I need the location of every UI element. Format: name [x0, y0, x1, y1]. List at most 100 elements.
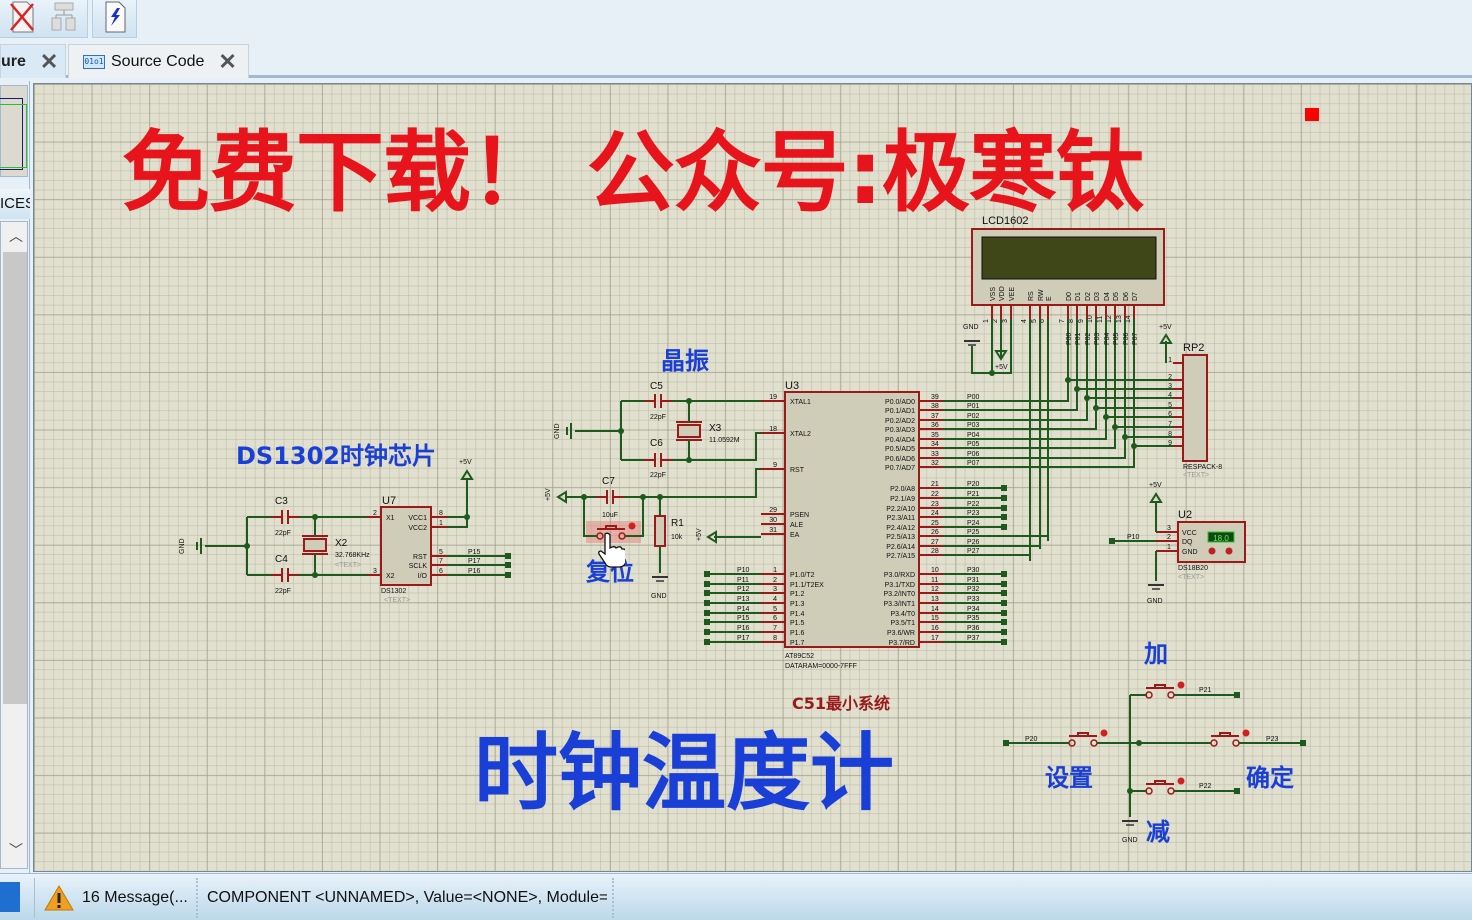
net-label: P06 — [967, 451, 980, 458]
net-label: P04 — [967, 432, 980, 439]
net-label: P01 — [1075, 332, 1082, 345]
overview-preview[interactable] — [0, 85, 28, 177]
mcu-pin-name: P0.5/AD5 — [885, 446, 915, 453]
mcu-pin-number: 1 — [773, 567, 777, 574]
wire-terminal — [704, 619, 710, 625]
mcu-pin-name: P0.6/AD6 — [885, 456, 915, 463]
messages-button[interactable]: 16 Message(... — [44, 884, 188, 912]
tab-label: Source Code — [111, 52, 205, 70]
banner-title: 免费下载！ 公众号:极寒钛 — [122, 121, 1144, 224]
mcu-pin-number: 23 — [931, 501, 939, 508]
devices-header-label: ICES — [0, 195, 30, 212]
lcd-pin-number: 5 — [1031, 319, 1038, 323]
project-title: 时钟温度计 — [474, 724, 895, 822]
mcu-pin-number: 28 — [931, 548, 939, 555]
wire-terminal — [704, 639, 710, 645]
rp2-pin-number: 5 — [1168, 402, 1172, 409]
rp2-pin-number: 3 — [1168, 383, 1172, 390]
tab-schematic[interactable]: ure ✕ — [0, 44, 66, 78]
x2-value: 32.768KHz — [335, 552, 370, 559]
lcd-pin-number: 11 — [1097, 316, 1104, 323]
scroll-up-icon[interactable]: ︿ — [5, 226, 27, 246]
lcd-screen — [981, 236, 1157, 280]
mcu-pin-name: P0.2/AD2 — [885, 418, 915, 425]
net-label: P06 — [1123, 332, 1130, 345]
net-label: P05 — [967, 441, 980, 448]
wire-terminal — [1001, 629, 1007, 635]
wire-terminal — [1109, 538, 1115, 544]
wire — [920, 427, 1116, 449]
power-label: +5V — [696, 528, 703, 541]
button-actuator — [1069, 732, 1097, 737]
mcu-pin-number: 26 — [931, 529, 939, 536]
button-contact — [1167, 691, 1175, 699]
text-placeholder: <TEXT> — [384, 597, 410, 604]
mcu-pin-number: 6 — [773, 615, 777, 622]
ground-label: GND — [651, 593, 667, 600]
lcd-pin-number: 14 — [1125, 315, 1132, 323]
r1-value: 10k — [671, 534, 683, 541]
rp2-pin-number: 8 — [1168, 431, 1172, 438]
divider — [34, 878, 35, 918]
mcu-pin-number: 8 — [773, 635, 777, 642]
device-list[interactable]: ︿ ﹀ — [0, 221, 28, 869]
mcu-pin-number: 4 — [773, 596, 777, 603]
net-label: P31 — [967, 577, 980, 584]
c7-value: 10uF — [602, 512, 618, 519]
tab-source-code[interactable]: 01o1 Source Code ✕ — [68, 44, 249, 78]
net-label: P16 — [468, 568, 481, 575]
junction-dot — [686, 457, 692, 463]
ground-label: GND — [1147, 598, 1163, 605]
netlist-tool-icon — [105, 1, 126, 33]
button-actuator — [1146, 684, 1174, 689]
divider — [196, 878, 198, 918]
c5-value: 22pF — [650, 414, 666, 421]
wire-terminal — [1001, 524, 1007, 530]
mcu-pin-name: P0.4/AD4 — [885, 437, 915, 444]
mcu-pin-number: 21 — [931, 481, 939, 488]
mcu-ref: U3 — [785, 380, 799, 392]
c4-ref: C4 — [275, 554, 288, 565]
scrollbar-thumb[interactable] — [3, 252, 27, 704]
mcu-pin-name: P0.3/AD3 — [885, 427, 915, 434]
net-label: P12 — [737, 586, 750, 593]
net-label: P23 — [967, 510, 980, 517]
ds18b20-part: DS18B20 — [1178, 565, 1208, 572]
resistor-body — [654, 515, 666, 547]
label-sub: 减 — [1146, 818, 1170, 846]
hierarchy-tool-icon — [51, 2, 76, 31]
lcd-pin-number: 12 — [1106, 315, 1113, 323]
x2-ref: X2 — [335, 538, 348, 549]
net-label: P13 — [737, 596, 750, 603]
mcu-pin-number: 19 — [769, 394, 777, 401]
close-icon[interactable]: ✕ — [40, 49, 58, 75]
ds18b20-pin-number: 2 — [1167, 534, 1171, 541]
source-code-icon: 01o1 — [83, 54, 105, 69]
toolbar-group-netlist — [92, 0, 137, 38]
wire-terminal — [1001, 571, 1007, 577]
text-placeholder: <TEXT> — [1183, 472, 1209, 479]
button-led — [1177, 777, 1185, 785]
mcu-pin-name: ALE — [790, 522, 804, 529]
net-label: P11 — [737, 577, 749, 584]
button-contact — [1068, 739, 1076, 747]
mcu-pin-name: P2.4/A12 — [886, 525, 915, 532]
netlist-tool-button[interactable] — [98, 0, 132, 34]
label-ds1302: DS1302时钟芯片 — [236, 442, 437, 470]
wire-terminal — [704, 571, 710, 577]
rp2-ref: RP2 — [1183, 342, 1204, 354]
hierarchy-tool-button[interactable] — [47, 0, 81, 34]
close-icon[interactable]: ✕ — [218, 49, 236, 75]
junction-dot — [1136, 740, 1142, 746]
net-label: P33 — [967, 596, 980, 603]
remove-tool-button[interactable] — [5, 0, 39, 34]
rp2-pin-number: 7 — [1168, 421, 1172, 428]
rp2-value: RESPACK-8 — [1183, 464, 1222, 471]
mcu-pin-name: P0.1/AD1 — [885, 408, 915, 415]
scroll-down-icon[interactable]: ﹀ — [5, 840, 27, 860]
net-label: P27 — [967, 548, 980, 555]
x3-value: 11.0592M — [709, 437, 740, 444]
schematic-canvas[interactable]: LCD1602 VSS 1 VDD 2 VEE 3 RS 4 RW 5 E 6 D0 7 D1 8 D2 9 D3 10… — [33, 83, 1472, 872]
increase-temp-button — [1225, 547, 1233, 555]
mcu-pin-name: P2.1/A9 — [890, 496, 915, 503]
